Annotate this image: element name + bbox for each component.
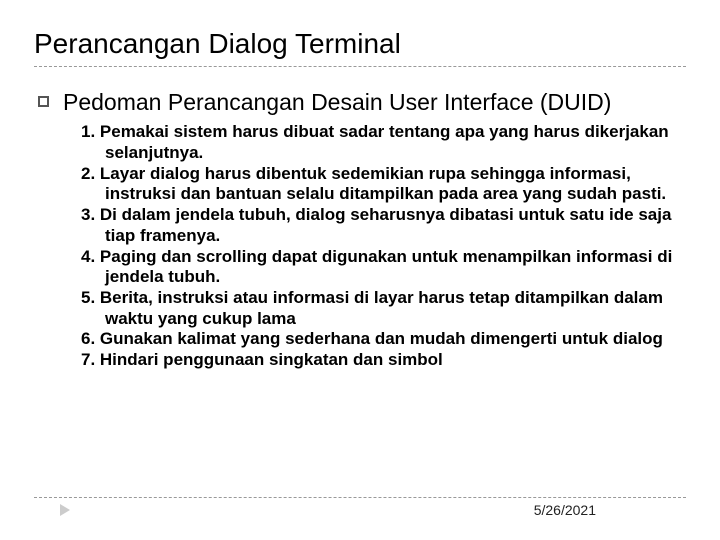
list-item: 6. Gunakan kalimat yang sederhana dan mu… xyxy=(65,329,686,350)
square-bullet-icon xyxy=(38,96,49,107)
list-item: 3. Di dalam jendela tubuh, dialog seharu… xyxy=(65,205,686,246)
content-block: Pedoman Perancangan Desain User Interfac… xyxy=(34,89,686,371)
list-item: 7. Hindari penggunaan singkatan dan simb… xyxy=(65,350,686,371)
slide-title: Perancangan Dialog Terminal xyxy=(34,28,686,67)
list-item: 2. Layar dialog harus dibentuk sedemikia… xyxy=(65,164,686,205)
footer: 5/26/2021 xyxy=(34,497,686,518)
list-item: 5. Berita, instruksi atau informasi di l… xyxy=(65,288,686,329)
list-item: 4. Paging dan scrolling dapat digunakan … xyxy=(65,247,686,288)
body: Pedoman Perancangan Desain User Interfac… xyxy=(63,89,686,371)
numbered-list: 1. Pemakai sistem harus dibuat sadar ten… xyxy=(65,122,686,371)
list-item: 1. Pemakai sistem harus dibuat sadar ten… xyxy=(65,122,686,163)
footer-row: 5/26/2021 xyxy=(34,498,686,518)
footer-date: 5/26/2021 xyxy=(534,502,596,518)
subtitle: Pedoman Perancangan Desain User Interfac… xyxy=(63,89,686,116)
triangle-icon xyxy=(60,504,70,516)
slide: Perancangan Dialog Terminal Pedoman Pera… xyxy=(0,0,720,371)
